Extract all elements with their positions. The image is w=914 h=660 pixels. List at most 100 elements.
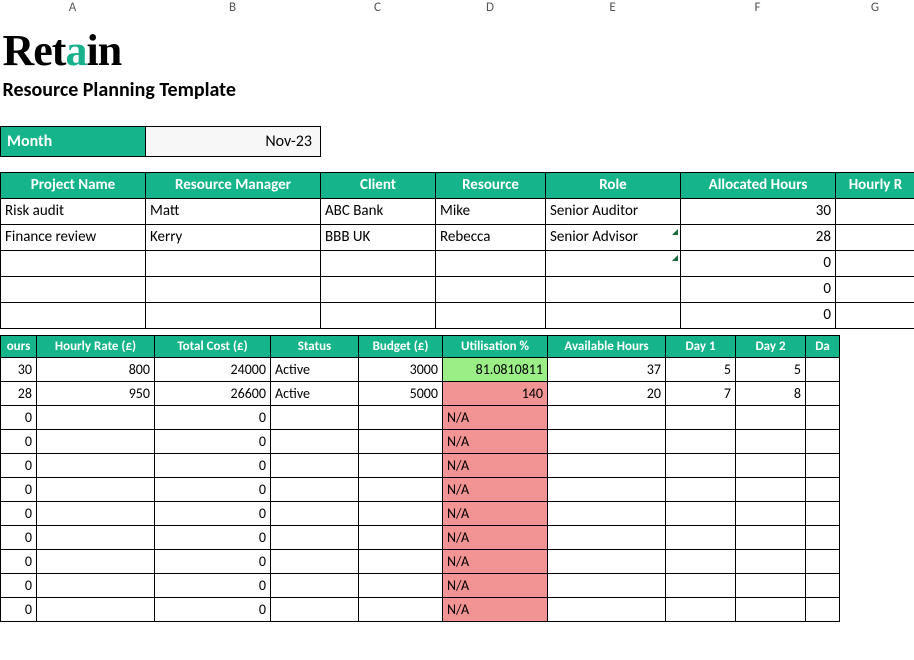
table-cell[interactable]: Matt — [146, 198, 321, 224]
table-cell[interactable] — [146, 302, 321, 328]
table-cell[interactable]: Active — [271, 381, 359, 405]
table-cell[interactable]: 5000 — [359, 381, 443, 405]
table-cell[interactable] — [37, 501, 155, 525]
table-cell[interactable] — [736, 453, 806, 477]
column-header[interactable]: F — [680, 0, 835, 20]
table-cell[interactable] — [548, 573, 666, 597]
table-cell[interactable]: 0 — [1, 525, 37, 549]
table-cell[interactable] — [836, 276, 914, 302]
table-cell[interactable] — [271, 525, 359, 549]
month-value-cell[interactable]: Nov-23 — [146, 126, 321, 156]
table-header[interactable]: Client — [321, 172, 436, 198]
table-cell[interactable] — [548, 501, 666, 525]
table-cell[interactable]: 0 — [155, 525, 271, 549]
table-cell[interactable] — [271, 453, 359, 477]
table-cell[interactable] — [836, 198, 914, 224]
table-cell[interactable] — [359, 429, 443, 453]
table-cell[interactable] — [37, 453, 155, 477]
table-cell[interactable] — [1, 276, 146, 302]
table-cell[interactable]: 28 — [681, 224, 836, 250]
table-cell[interactable]: 0 — [681, 250, 836, 276]
table-cell[interactable] — [666, 501, 736, 525]
table-cell[interactable]: 30 — [1, 357, 37, 381]
table-header[interactable]: Status — [271, 335, 359, 357]
table-cell[interactable] — [836, 224, 914, 250]
table-cell[interactable] — [548, 477, 666, 501]
table-header[interactable]: Available Hours — [548, 335, 666, 357]
table-cell[interactable]: Senior Advisor — [546, 224, 681, 250]
table-cell[interactable] — [736, 477, 806, 501]
table-cell[interactable] — [836, 302, 914, 328]
table-cell[interactable] — [736, 549, 806, 573]
table-cell[interactable]: 5 — [736, 357, 806, 381]
table-cell[interactable]: 28 — [1, 381, 37, 405]
table-cell[interactable] — [37, 525, 155, 549]
table-cell[interactable] — [806, 405, 840, 429]
table-cell[interactable] — [546, 302, 681, 328]
table-header[interactable]: Resource Manager — [146, 172, 321, 198]
table-cell[interactable] — [146, 276, 321, 302]
table-cell[interactable]: N/A — [443, 429, 548, 453]
table-cell[interactable] — [271, 477, 359, 501]
table-cell[interactable]: 0 — [1, 573, 37, 597]
table-cell[interactable] — [321, 250, 436, 276]
table-cell[interactable] — [548, 549, 666, 573]
table-cell[interactable]: 0 — [1, 549, 37, 573]
table-cell[interactable] — [806, 477, 840, 501]
table-cell[interactable]: 24000 — [155, 357, 271, 381]
table-cell[interactable] — [37, 429, 155, 453]
table-cell[interactable] — [359, 501, 443, 525]
column-header[interactable]: C — [320, 0, 435, 20]
table-cell[interactable] — [666, 477, 736, 501]
table-cell[interactable] — [806, 573, 840, 597]
table-header[interactable]: Hourly Rate (£) — [37, 335, 155, 357]
table-cell[interactable] — [806, 429, 840, 453]
table-cell[interactable] — [736, 597, 806, 621]
table-cell[interactable] — [806, 501, 840, 525]
table-header[interactable]: Hourly R — [836, 172, 914, 198]
table-cell[interactable]: 0 — [155, 453, 271, 477]
table-cell[interactable]: Finance review — [1, 224, 146, 250]
table-cell[interactable] — [359, 525, 443, 549]
table-cell[interactable] — [1, 302, 146, 328]
table-cell[interactable] — [806, 453, 840, 477]
table-cell[interactable] — [806, 381, 840, 405]
table-cell[interactable]: 37 — [548, 357, 666, 381]
table-cell[interactable]: 0 — [681, 302, 836, 328]
table-cell[interactable]: Senior Auditor — [546, 198, 681, 224]
table-header[interactable]: Resource — [436, 172, 546, 198]
table-cell[interactable]: N/A — [443, 453, 548, 477]
table-cell[interactable] — [271, 405, 359, 429]
table-cell[interactable] — [359, 573, 443, 597]
table-cell[interactable]: 0 — [155, 405, 271, 429]
table-cell[interactable] — [37, 573, 155, 597]
table-cell[interactable] — [666, 549, 736, 573]
table-cell[interactable] — [666, 525, 736, 549]
table-cell[interactable] — [37, 549, 155, 573]
table-cell[interactable] — [736, 525, 806, 549]
table-cell[interactable]: 0 — [1, 453, 37, 477]
table-cell[interactable]: 950 — [37, 381, 155, 405]
table-cell[interactable] — [436, 302, 546, 328]
table-cell[interactable] — [37, 597, 155, 621]
table-cell[interactable] — [736, 429, 806, 453]
table-cell[interactable] — [37, 405, 155, 429]
table-cell[interactable] — [548, 429, 666, 453]
table-cell[interactable]: 7 — [666, 381, 736, 405]
table-cell[interactable] — [321, 276, 436, 302]
table-cell[interactable] — [271, 429, 359, 453]
table-cell[interactable]: N/A — [443, 597, 548, 621]
table-cell[interactable]: Kerry — [146, 224, 321, 250]
table-cell[interactable]: 0 — [1, 501, 37, 525]
table-cell[interactable] — [271, 573, 359, 597]
table-cell[interactable] — [321, 302, 436, 328]
table-cell[interactable] — [271, 549, 359, 573]
column-header[interactable]: A — [0, 0, 145, 20]
table-cell[interactable] — [548, 453, 666, 477]
table-cell[interactable]: 800 — [37, 357, 155, 381]
table-cell[interactable]: 3000 — [359, 357, 443, 381]
table-cell[interactable]: Mike — [436, 198, 546, 224]
table-cell[interactable] — [836, 250, 914, 276]
table-cell[interactable] — [806, 525, 840, 549]
table-cell[interactable]: 0 — [155, 429, 271, 453]
